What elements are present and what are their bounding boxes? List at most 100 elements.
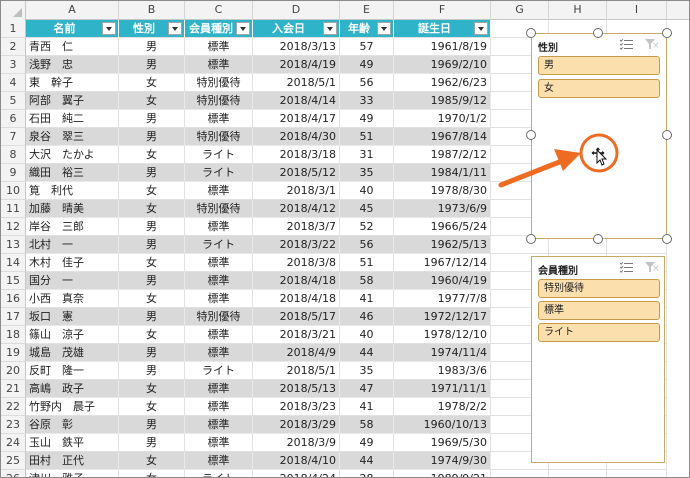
table-cell[interactable]: 2018/5/12 [253, 164, 340, 182]
table-cell[interactable]: 1984/1/11 [394, 164, 491, 182]
table-cell[interactable]: 標準 [185, 38, 253, 56]
slicer-member-type[interactable]: 会員種別 × 特別優待 標準 ライト [531, 256, 665, 463]
row-header[interactable]: 9 [1, 164, 26, 182]
row-header[interactable]: 2 [1, 38, 26, 56]
row-header[interactable]: 12 [1, 218, 26, 236]
table-cell[interactable]: 女 [119, 452, 185, 470]
table-cell[interactable]: 2018/4/18 [253, 290, 340, 308]
table-cell[interactable]: 1974/11/4 [394, 344, 491, 362]
table-cell[interactable]: 1961/8/19 [394, 38, 491, 56]
table-cell[interactable]: 玉山 鉄平 [26, 434, 119, 452]
table-cell[interactable]: 1960/10/13 [394, 416, 491, 434]
row-header[interactable]: 1 [1, 20, 26, 38]
table-cell[interactable]: 標準 [185, 290, 253, 308]
table-cell[interactable]: 1978/8/30 [394, 182, 491, 200]
table-cell[interactable]: 女 [119, 182, 185, 200]
row-header[interactable]: 26 [1, 470, 26, 477]
row-header[interactable]: 17 [1, 308, 26, 326]
column-header-g[interactable]: G [491, 1, 549, 20]
slicer-item-standard[interactable]: 標準 [538, 301, 660, 320]
table-cell[interactable]: 2018/4/17 [253, 110, 340, 128]
table-cell[interactable]: 田村 正代 [26, 452, 119, 470]
table-cell[interactable]: 1960/4/19 [394, 272, 491, 290]
table-cell[interactable]: 木村 佳子 [26, 254, 119, 272]
column-header-d[interactable]: D [253, 1, 340, 20]
resize-handle-top-right[interactable] [662, 28, 672, 38]
table-cell[interactable]: 2018/3/18 [253, 146, 340, 164]
table-cell[interactable]: 女 [119, 74, 185, 92]
table-cell[interactable]: ライト [185, 146, 253, 164]
table-cell[interactable]: 2018/5/1 [253, 74, 340, 92]
row-header[interactable]: 5 [1, 92, 26, 110]
table-cell[interactable]: 女 [119, 326, 185, 344]
row-header[interactable]: 3 [1, 56, 26, 74]
table-cell[interactable]: 北村 一 [26, 236, 119, 254]
table-cell[interactable]: 標準 [185, 326, 253, 344]
table-cell[interactable]: 49 [340, 110, 394, 128]
table-cell[interactable]: 男 [119, 128, 185, 146]
table-cell[interactable]: 特別優待 [185, 128, 253, 146]
table-cell[interactable]: 2018/3/8 [253, 254, 340, 272]
table-cell[interactable]: 男 [119, 272, 185, 290]
table-cell[interactable]: 特別優待 [185, 92, 253, 110]
table-cell[interactable]: 58 [340, 416, 394, 434]
empty-cell[interactable] [491, 470, 549, 477]
table-cell[interactable]: 泉谷 翠三 [26, 128, 119, 146]
table-cell[interactable]: 41 [340, 290, 394, 308]
table-cell[interactable]: 2018/4/24 [253, 470, 340, 477]
row-header[interactable]: 19 [1, 344, 26, 362]
table-cell[interactable]: 1966/5/24 [394, 218, 491, 236]
resize-handle-bottom[interactable] [593, 234, 603, 244]
table-cell[interactable]: 標準 [185, 434, 253, 452]
table-cell[interactable]: 2018/4/19 [253, 56, 340, 74]
table-cell[interactable]: 2018/4/12 [253, 200, 340, 218]
table-cell[interactable]: 44 [340, 344, 394, 362]
row-header[interactable]: 13 [1, 236, 26, 254]
column-header-a[interactable]: A [26, 1, 119, 20]
row-header[interactable]: 25 [1, 452, 26, 470]
table-cell[interactable]: 青西 仁 [26, 38, 119, 56]
filter-dropdown-icon[interactable] [377, 22, 391, 35]
table-cell[interactable]: 2018/3/29 [253, 416, 340, 434]
table-cell[interactable]: 35 [340, 362, 394, 380]
row-header[interactable]: 8 [1, 146, 26, 164]
table-cell[interactable]: 51 [340, 128, 394, 146]
slicer-item-special[interactable]: 特別優待 [538, 279, 660, 298]
table-cell[interactable]: 2018/4/30 [253, 128, 340, 146]
table-cell[interactable]: 津川 雅子 [26, 470, 119, 477]
table-cell[interactable]: 女 [119, 254, 185, 272]
row-header[interactable]: 6 [1, 110, 26, 128]
table-cell[interactable]: 浅野 忠 [26, 56, 119, 74]
table-cell[interactable]: 2018/3/7 [253, 218, 340, 236]
table-cell[interactable]: 高嶋 政子 [26, 380, 119, 398]
table-cell[interactable]: 52 [340, 218, 394, 236]
table-cell[interactable]: 51 [340, 254, 394, 272]
table-cell[interactable]: 2018/4/18 [253, 272, 340, 290]
table-cell[interactable]: 標準 [185, 56, 253, 74]
table-cell[interactable]: 1967/8/14 [394, 128, 491, 146]
slicer-gender[interactable]: 性別 × 男 女 [531, 33, 667, 239]
table-cell[interactable]: 男 [119, 362, 185, 380]
table-cell[interactable]: 2018/3/9 [253, 434, 340, 452]
clear-filter-icon[interactable]: × [644, 261, 660, 274]
table-cell[interactable]: 40 [340, 182, 394, 200]
table-cell[interactable]: 男 [119, 110, 185, 128]
row-header[interactable]: 18 [1, 326, 26, 344]
table-cell[interactable]: 1962/5/13 [394, 236, 491, 254]
table-cell[interactable]: 2018/3/23 [253, 398, 340, 416]
column-header-c[interactable]: C [185, 1, 253, 20]
table-cell[interactable]: 41 [340, 398, 394, 416]
filter-dropdown-icon[interactable] [102, 22, 116, 35]
table-cell[interactable]: 加藤 晴美 [26, 200, 119, 218]
resize-handle-bottom-left[interactable] [526, 234, 536, 244]
table-cell[interactable]: 58 [340, 272, 394, 290]
filter-dropdown-icon[interactable] [474, 22, 488, 35]
row-header[interactable]: 22 [1, 398, 26, 416]
table-cell[interactable]: 標準 [185, 182, 253, 200]
table-cell[interactable]: 筧 利代 [26, 182, 119, 200]
table-cell[interactable]: 石田 純二 [26, 110, 119, 128]
row-header[interactable]: 15 [1, 272, 26, 290]
table-cell[interactable]: 2018/5/17 [253, 308, 340, 326]
table-cell[interactable]: 特別優待 [185, 200, 253, 218]
table-cell[interactable]: 東 幹子 [26, 74, 119, 92]
